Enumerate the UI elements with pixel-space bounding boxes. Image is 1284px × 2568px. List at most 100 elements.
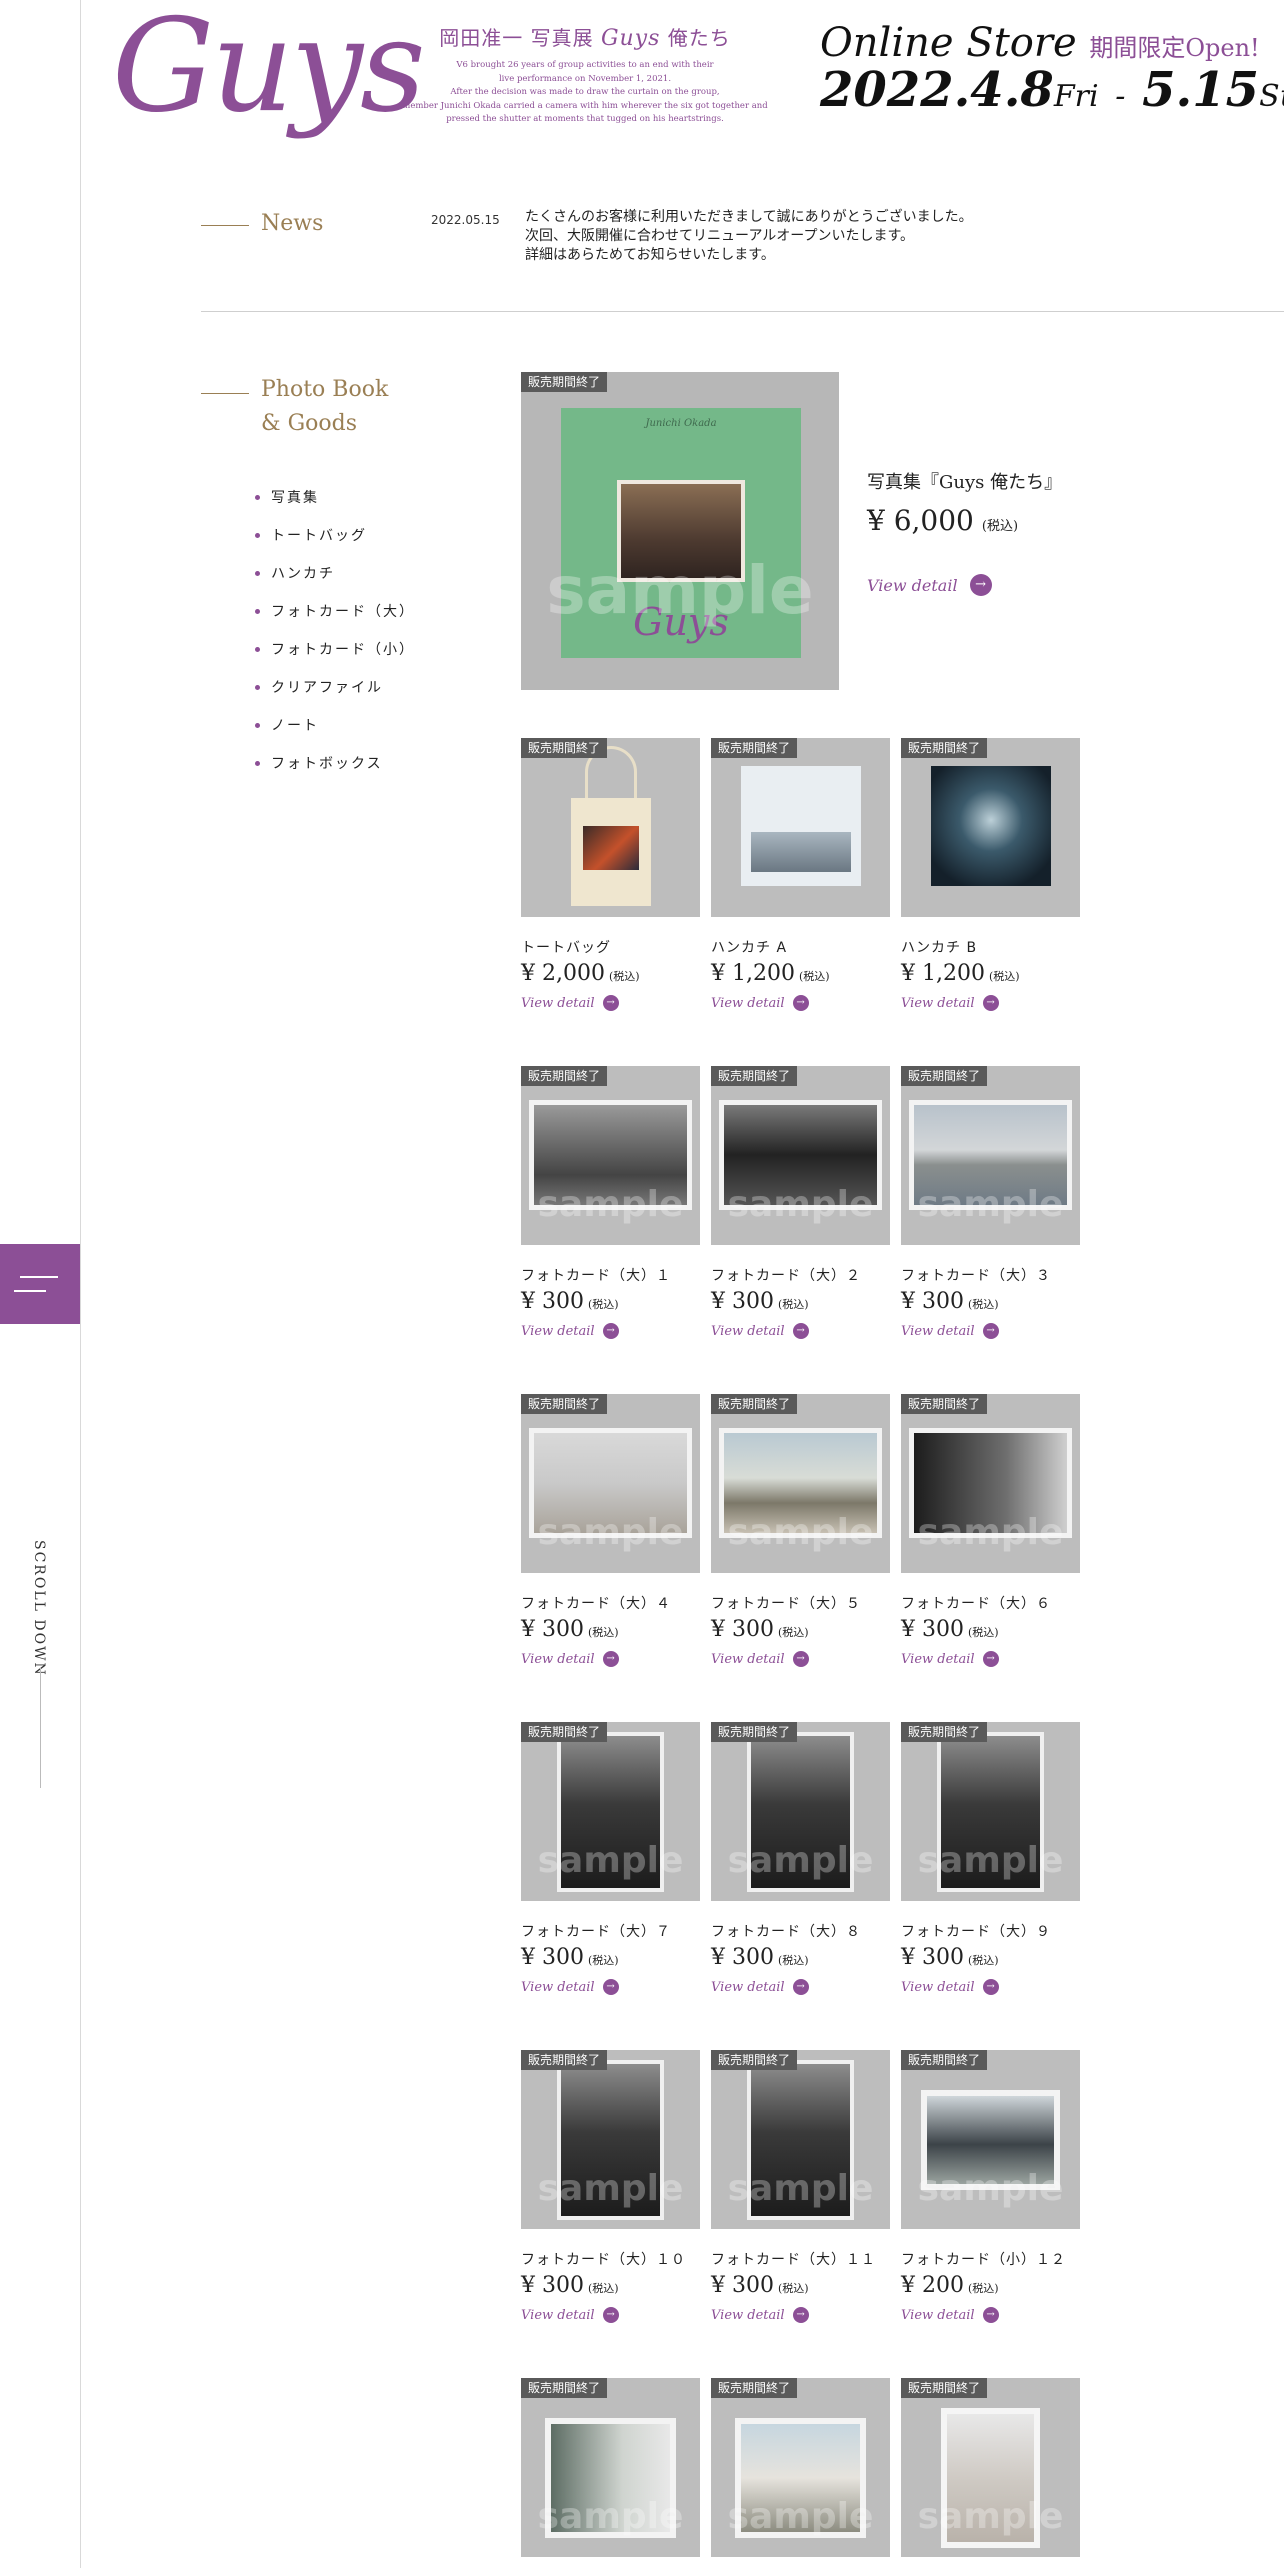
- view-detail-link[interactable]: View detail →: [901, 1323, 1080, 1339]
- product-name: ハンカチ A: [711, 940, 788, 956]
- news-date: 2022.05.15: [431, 213, 500, 227]
- product-name: ハンカチ B: [901, 940, 978, 956]
- view-detail-link[interactable]: View detail →: [521, 1323, 700, 1339]
- tax-label: (税込): [798, 970, 830, 983]
- product-thumbnail[interactable]: 販売期間終了: [521, 738, 700, 917]
- product-name: フォトカード（大）１０: [521, 2252, 686, 2268]
- product-card[interactable]: 販売期間終了 sample: [521, 2378, 700, 2557]
- product-thumbnail[interactable]: 販売期間終了: [901, 738, 1080, 917]
- price-value: ¥ 300: [901, 1945, 964, 1970]
- product-thumbnail[interactable]: 販売期間終了 sample: [711, 1394, 890, 1573]
- product-card[interactable]: 販売期間終了 ハンカチ A ¥ 1,200 (税込) View detail →: [711, 738, 890, 1011]
- view-detail-link[interactable]: View detail →: [711, 1979, 890, 1995]
- price-value: ¥ 1,200: [901, 961, 985, 986]
- sample-watermark: sample: [917, 2496, 1064, 2537]
- price-value: ¥ 300: [711, 1945, 774, 1970]
- category-item-tote[interactable]: トートバッグ: [255, 525, 415, 563]
- price-value: ¥ 300: [711, 1289, 774, 1314]
- product-card[interactable]: 販売期間終了 sample フォトカード（大）１０ ¥ 300 (税込) View det…: [521, 2050, 700, 2323]
- category-item-photobook[interactable]: 写真集: [255, 487, 415, 525]
- view-detail-label: View detail: [711, 995, 785, 1011]
- sample-watermark: sample: [537, 1840, 684, 1881]
- product-card[interactable]: 販売期間終了 sample フォトカード（大）３ ¥ 300 (税込) View deta…: [901, 1066, 1080, 1339]
- price-value: ¥ 200: [901, 2273, 964, 2298]
- featured-view-detail-link[interactable]: View detail →: [867, 574, 992, 596]
- product-thumbnail[interactable]: 販売期間終了 sample: [901, 1722, 1080, 1901]
- view-detail-link[interactable]: View detail →: [711, 995, 890, 1011]
- product-thumbnail[interactable]: 販売期間終了 sample: [901, 1066, 1080, 1245]
- category-item-photocard-small[interactable]: フォトカード（小）: [255, 639, 415, 677]
- product-card[interactable]: 販売期間終了 トートバッグ ¥ 2,000 (税込) View detail →: [521, 738, 700, 1011]
- product-thumbnail[interactable]: 販売期間終了 sample: [521, 1066, 700, 1245]
- view-detail-link[interactable]: View detail →: [521, 2307, 700, 2323]
- view-detail-label: View detail: [711, 1651, 785, 1667]
- menu-button[interactable]: [0, 1244, 80, 1324]
- product-card[interactable]: 販売期間終了 sample フォトカード（大）６ ¥ 300 (税込) View deta…: [901, 1394, 1080, 1667]
- product-card[interactable]: 販売期間終了 sample: [901, 2378, 1080, 2557]
- featured-product-price: ¥ 6,000 (税込): [867, 504, 1018, 537]
- product-card[interactable]: 販売期間終了 sample フォトカード（大）１ ¥ 300 (税込) View deta…: [521, 1066, 700, 1339]
- product-thumbnail[interactable]: 販売期間終了 sample: [521, 2050, 700, 2229]
- product-thumbnail[interactable]: 販売期間終了 sample: [521, 2378, 700, 2557]
- view-detail-label: View detail: [521, 1323, 595, 1339]
- category-item-handkerchief[interactable]: ハンカチ: [255, 563, 415, 601]
- arrow-right-icon: →: [602, 995, 619, 1011]
- exhibition-title: 岡田准一 写真展 Guys 俺たち: [400, 22, 770, 51]
- product-card[interactable]: 販売期間終了 sample フォトカード（小）１２ ¥ 200 (税込) View det…: [901, 2050, 1080, 2323]
- category-item-clear-file[interactable]: クリアファイル: [255, 677, 415, 715]
- tax-label: (税込): [587, 1954, 619, 1967]
- sample-watermark: sample: [917, 1840, 1064, 1881]
- view-detail-link[interactable]: View detail →: [901, 995, 1080, 1011]
- price-value: ¥ 300: [711, 2273, 774, 2298]
- product-card[interactable]: 販売期間終了 sample フォトカード（大）７ ¥ 300 (税込) View deta…: [521, 1722, 700, 1995]
- product-card[interactable]: 販売期間終了 sample フォトカード（大）９ ¥ 300 (税込) View deta…: [901, 1722, 1080, 1995]
- product-thumbnail[interactable]: 販売期間終了 sample: [711, 2050, 890, 2229]
- sample-watermark: sample: [727, 1840, 874, 1881]
- product-thumbnail[interactable]: 販売期間終了 sample: [711, 2378, 890, 2557]
- view-detail-link[interactable]: View detail →: [901, 1979, 1080, 1995]
- product-price: ¥ 300 (税込): [901, 1945, 1080, 1973]
- category-item-notebook[interactable]: ノート: [255, 715, 415, 753]
- view-detail-link[interactable]: View detail →: [521, 1651, 700, 1667]
- product-thumbnail[interactable]: 販売期間終了 sample: [521, 1394, 700, 1573]
- product-card[interactable]: 販売期間終了 sample: [711, 2378, 890, 2557]
- product-thumbnail[interactable]: 販売期間終了 sample: [711, 1066, 890, 1245]
- goods-label-line2: & Goods: [261, 411, 358, 436]
- product-thumbnail[interactable]: 販売期間終了 sample: [901, 1394, 1080, 1573]
- exhibition-title-suffix: 俺たち: [667, 26, 731, 50]
- sample-watermark: sample: [917, 1184, 1064, 1225]
- product-card[interactable]: 販売期間終了 sample フォトカード（大）４ ¥ 300 (税込) View deta…: [521, 1394, 700, 1667]
- view-detail-link[interactable]: View detail →: [521, 1979, 700, 1995]
- view-detail-label: View detail: [901, 2307, 975, 2323]
- sold-out-badge: 販売期間終了: [901, 2050, 988, 2070]
- product-thumbnail[interactable]: 販売期間終了 sample: [901, 2050, 1080, 2229]
- category-item-photo-box[interactable]: フォトボックス: [255, 753, 415, 791]
- exhibition-description: V6 brought 26 years of group activities …: [400, 59, 770, 127]
- sample-watermark: sample: [537, 2168, 684, 2209]
- description-line: pressed the shutter at moments that tugg…: [446, 114, 724, 124]
- view-detail-link[interactable]: View detail →: [901, 2307, 1080, 2323]
- sold-out-badge: 販売期間終了: [521, 2050, 608, 2070]
- view-detail-link[interactable]: View detail →: [711, 1651, 890, 1667]
- tax-label: (税込): [967, 1298, 999, 1311]
- view-detail-link[interactable]: View detail →: [711, 1323, 890, 1339]
- site-logo[interactable]: Guys: [112, 0, 426, 134]
- product-thumbnail[interactable]: 販売期間終了 sample: [711, 1722, 890, 1901]
- view-detail-link[interactable]: View detail →: [901, 1651, 1080, 1667]
- product-name: フォトカード（大）１１: [711, 2252, 876, 2268]
- product-card[interactable]: 販売期間終了 sample フォトカード（大）１１ ¥ 300 (税込) View det…: [711, 2050, 890, 2323]
- featured-product-image[interactable]: 販売期間終了 Junichi Okada Guys sample: [521, 372, 839, 690]
- product-thumbnail[interactable]: 販売期間終了 sample: [521, 1722, 700, 1901]
- product-card[interactable]: 販売期間終了 ハンカチ B ¥ 1,200 (税込) View detail →: [901, 738, 1080, 1011]
- product-card[interactable]: 販売期間終了 sample フォトカード（大）８ ¥ 300 (税込) View deta…: [711, 1722, 890, 1995]
- product-card[interactable]: 販売期間終了 sample フォトカード（大）２ ¥ 300 (税込) View deta…: [711, 1066, 890, 1339]
- product-card[interactable]: 販売期間終了 sample フォトカード（大）５ ¥ 300 (税込) View deta…: [711, 1394, 890, 1667]
- view-detail-link[interactable]: View detail →: [521, 995, 700, 1011]
- product-price: ¥ 300 (税込): [521, 1289, 700, 1317]
- view-detail-link[interactable]: View detail →: [711, 2307, 890, 2323]
- category-item-photocard-large[interactable]: フォトカード（大）: [255, 601, 415, 639]
- featured-product-name: 写真集『Guys 俺たち』: [867, 472, 1063, 493]
- product-thumbnail[interactable]: 販売期間終了 sample: [901, 2378, 1080, 2557]
- product-thumbnail[interactable]: 販売期間終了: [711, 738, 890, 917]
- arrow-right-icon: →: [602, 1323, 619, 1339]
